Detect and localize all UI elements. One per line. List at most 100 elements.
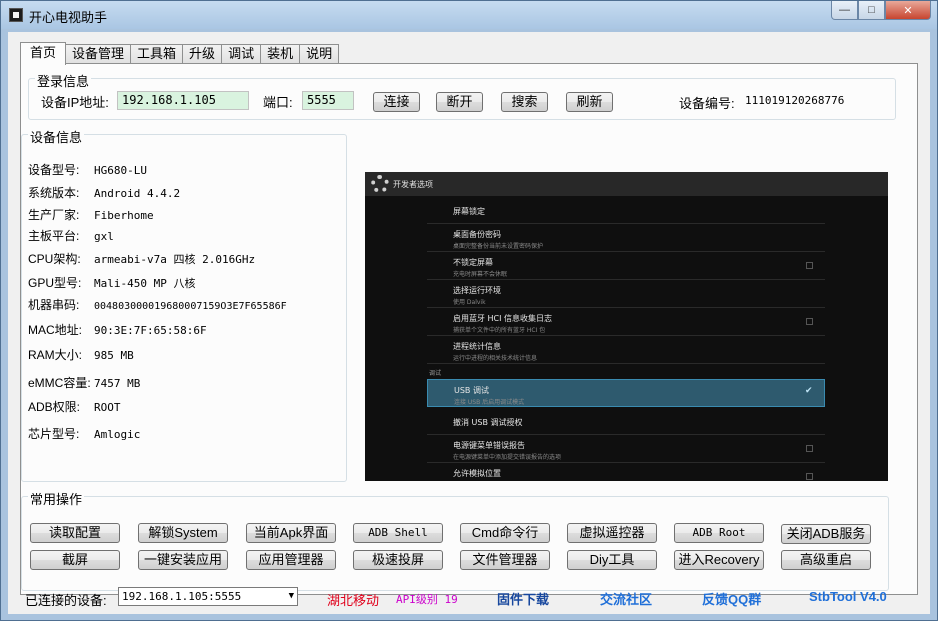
virtual-remote-button[interactable]: 虚拟遥控器 bbox=[567, 523, 657, 543]
info-key: 生产厂家: bbox=[28, 208, 80, 222]
cmd-button[interactable]: Cmd命令行 bbox=[460, 523, 550, 543]
info-value: Amlogic bbox=[94, 428, 141, 441]
chevron-down-icon[interactable]: ▼ bbox=[289, 588, 294, 605]
screen-item-summary: 桌面完整备份当前未设置密码保护 bbox=[453, 243, 544, 250]
screenshot-button[interactable]: 截屏 bbox=[30, 550, 120, 570]
qq-group-link[interactable]: 反馈QQ群 bbox=[702, 589, 761, 608]
screen-item: 进程统计信息 运行中进程的相关技术统计信息 bbox=[427, 336, 825, 364]
tab-home[interactable]: 首页 bbox=[20, 42, 67, 65]
info-key: GPU型号: bbox=[28, 276, 82, 290]
file-manager-button[interactable]: 文件管理器 bbox=[460, 550, 550, 570]
tab-help[interactable]: 说明 bbox=[299, 44, 340, 64]
info-row-version: 系统版本: Android 4.4.2 bbox=[28, 184, 180, 201]
tab-upgrade[interactable]: 升级 bbox=[182, 44, 223, 64]
refresh-button[interactable]: 刷新 bbox=[566, 92, 613, 112]
version-link[interactable]: StbTool V4.0 bbox=[809, 589, 887, 604]
port-input[interactable]: 5555 bbox=[302, 91, 354, 110]
login-group-title: 登录信息 bbox=[35, 71, 92, 90]
screen-item-summary: 捕获单个文件中的所有蓝牙 HCI 包 bbox=[453, 327, 546, 334]
checkbox-icon bbox=[806, 318, 813, 325]
info-row-serial: 机器串码: 004803000019680007159O3E7F65586F bbox=[28, 296, 287, 313]
unlock-system-button[interactable]: 解锁System bbox=[138, 523, 228, 543]
info-value: Fiberhome bbox=[94, 209, 154, 222]
device-info-group: 设备信息 设备型号: HG680-LU 系统版本: Android 4.4.2 生产… bbox=[21, 127, 347, 482]
screen-item-summary: 使用 Dalvik bbox=[453, 299, 486, 306]
home-tab-panel: 登录信息 设备IP地址: 192.168.1.105 端口: 5555 连接 断… bbox=[20, 63, 918, 595]
adb-shell-button[interactable]: ADB Shell bbox=[353, 523, 443, 543]
screen-item-title: 进程统计信息 bbox=[453, 342, 501, 351]
device-info-group-title: 设备信息 bbox=[28, 127, 85, 146]
screen-item-title: 选择运行环境 bbox=[453, 286, 501, 295]
disconnect-button[interactable]: 断开 bbox=[436, 92, 483, 112]
gear-icon bbox=[371, 175, 389, 193]
screen-item-title: 撤消 USB 调试授权 bbox=[453, 418, 523, 427]
info-row-board: 主板平台: gxl bbox=[28, 227, 114, 244]
info-row-emmc: eMMC容量: 7457 MB bbox=[28, 374, 140, 391]
info-row-chip: 芯片型号: Amlogic bbox=[28, 425, 140, 442]
ip-input[interactable]: 192.168.1.105 bbox=[117, 91, 249, 110]
firmware-download-link[interactable]: 固件下载 bbox=[497, 589, 549, 608]
info-row-ram: RAM大小: 985 MB bbox=[28, 346, 134, 363]
diy-tools-button[interactable]: Diy工具 bbox=[567, 550, 657, 570]
screen-header: 开发者选项 bbox=[365, 172, 888, 196]
install-app-button[interactable]: 一键安装应用 bbox=[138, 550, 228, 570]
info-value: 985 MB bbox=[94, 349, 134, 362]
info-row-cpu: CPU架构: armeabi-v7a 四核 2.016GHz bbox=[28, 250, 255, 267]
maximize-button[interactable]: □ bbox=[858, 1, 885, 20]
kill-adb-button[interactable]: 关闭ADB服务 bbox=[781, 524, 871, 544]
info-key: 芯片型号: bbox=[28, 427, 80, 441]
screen-item: 允许模拟位置 bbox=[427, 463, 825, 481]
api-level-text: API级别 19 bbox=[396, 593, 458, 606]
minimize-button[interactable]: — bbox=[831, 1, 858, 20]
screen-item: 屏幕锁定 bbox=[427, 198, 825, 224]
check-icon: ✔ bbox=[805, 386, 813, 396]
screen-item: 桌面备份密码 桌面完整备份当前未设置密码保护 bbox=[427, 224, 825, 252]
device-no-label: 设备编号: bbox=[679, 96, 735, 111]
screen-item-selected: USB 调试 连接 USB 后启用调试模式 ✔ bbox=[427, 379, 825, 407]
fast-cast-button[interactable]: 极速投屏 bbox=[353, 550, 443, 570]
current-apk-button[interactable]: 当前Apk界面 bbox=[246, 523, 336, 543]
info-key: 系统版本: bbox=[28, 186, 80, 200]
screen-item-title: 不锁定屏幕 bbox=[453, 258, 493, 267]
checkbox-icon bbox=[806, 473, 813, 480]
screen-item-title: 启用蓝牙 HCI 信息收集日志 bbox=[453, 314, 553, 323]
screen-item-title: 电源键菜单错误报告 bbox=[453, 441, 525, 450]
info-key: CPU架构: bbox=[28, 252, 81, 266]
checkbox-icon bbox=[806, 262, 813, 269]
client-area: 首页 设备管理 工具箱 升级 调试 装机 说明 登录信息 设备IP地址: 192… bbox=[8, 32, 930, 614]
ip-label: 设备IP地址: bbox=[41, 95, 109, 110]
tab-debug[interactable]: 调试 bbox=[221, 44, 262, 64]
window-title: 开心电视助手 bbox=[29, 10, 108, 25]
screen-item-title: 屏幕锁定 bbox=[453, 207, 485, 216]
connected-device-select[interactable]: 192.168.1.105:5555 ▼ bbox=[118, 587, 298, 606]
screen-item-summary: 连接 USB 后启用调试模式 bbox=[454, 399, 525, 406]
close-button[interactable]: ✕ bbox=[885, 1, 931, 20]
advanced-reboot-button[interactable]: 高级重启 bbox=[781, 550, 871, 570]
status-bar: 已连接的设备: 192.168.1.105:5555 ▼ 湖北移动 API级别 … bbox=[8, 582, 930, 612]
tab-install[interactable]: 装机 bbox=[260, 44, 301, 64]
info-row-adb: ADB权限: ROOT bbox=[28, 398, 121, 415]
device-no-value: 111019120268776 bbox=[745, 94, 845, 107]
tab-toolbox[interactable]: 工具箱 bbox=[130, 44, 184, 64]
community-link[interactable]: 交流社区 bbox=[600, 589, 652, 608]
app-manager-button[interactable]: 应用管理器 bbox=[246, 550, 336, 570]
device-screen-preview[interactable]: 开发者选项 屏幕锁定 桌面备份密码 桌面完整备份当前未设置密码保护 不锁定屏幕充电… bbox=[365, 172, 888, 481]
connect-button[interactable]: 连接 bbox=[373, 92, 420, 112]
window-controls: — □ ✕ bbox=[831, 1, 931, 20]
recovery-button[interactable]: 进入Recovery bbox=[674, 550, 764, 570]
screen-item-summary: 充电时屏幕不会休眠 bbox=[453, 271, 508, 278]
info-key: 设备型号: bbox=[28, 163, 80, 177]
search-button[interactable]: 搜索 bbox=[501, 92, 548, 112]
info-key: 机器串码: bbox=[28, 298, 80, 312]
app-icon bbox=[9, 8, 23, 22]
info-value: 7457 MB bbox=[94, 377, 141, 390]
screen-item-summary: 在电源键菜单中添加提交错误报告的选项 bbox=[453, 454, 562, 461]
tab-device-manage[interactable]: 设备管理 bbox=[65, 44, 132, 64]
title-bar[interactable]: 开心电视助手 — □ ✕ bbox=[1, 1, 937, 29]
adb-root-button[interactable]: ADB Root bbox=[674, 523, 764, 543]
screen-item-title: 允许模拟位置 bbox=[453, 469, 501, 478]
port-label: 端口: bbox=[263, 95, 293, 110]
read-config-button[interactable]: 读取配置 bbox=[30, 523, 120, 543]
info-value: armeabi-v7a 四核 2.016GHz bbox=[94, 253, 256, 266]
app-window: 开心电视助手 — □ ✕ 首页 设备管理 工具箱 升级 调试 装机 说明 登录信… bbox=[0, 0, 938, 621]
